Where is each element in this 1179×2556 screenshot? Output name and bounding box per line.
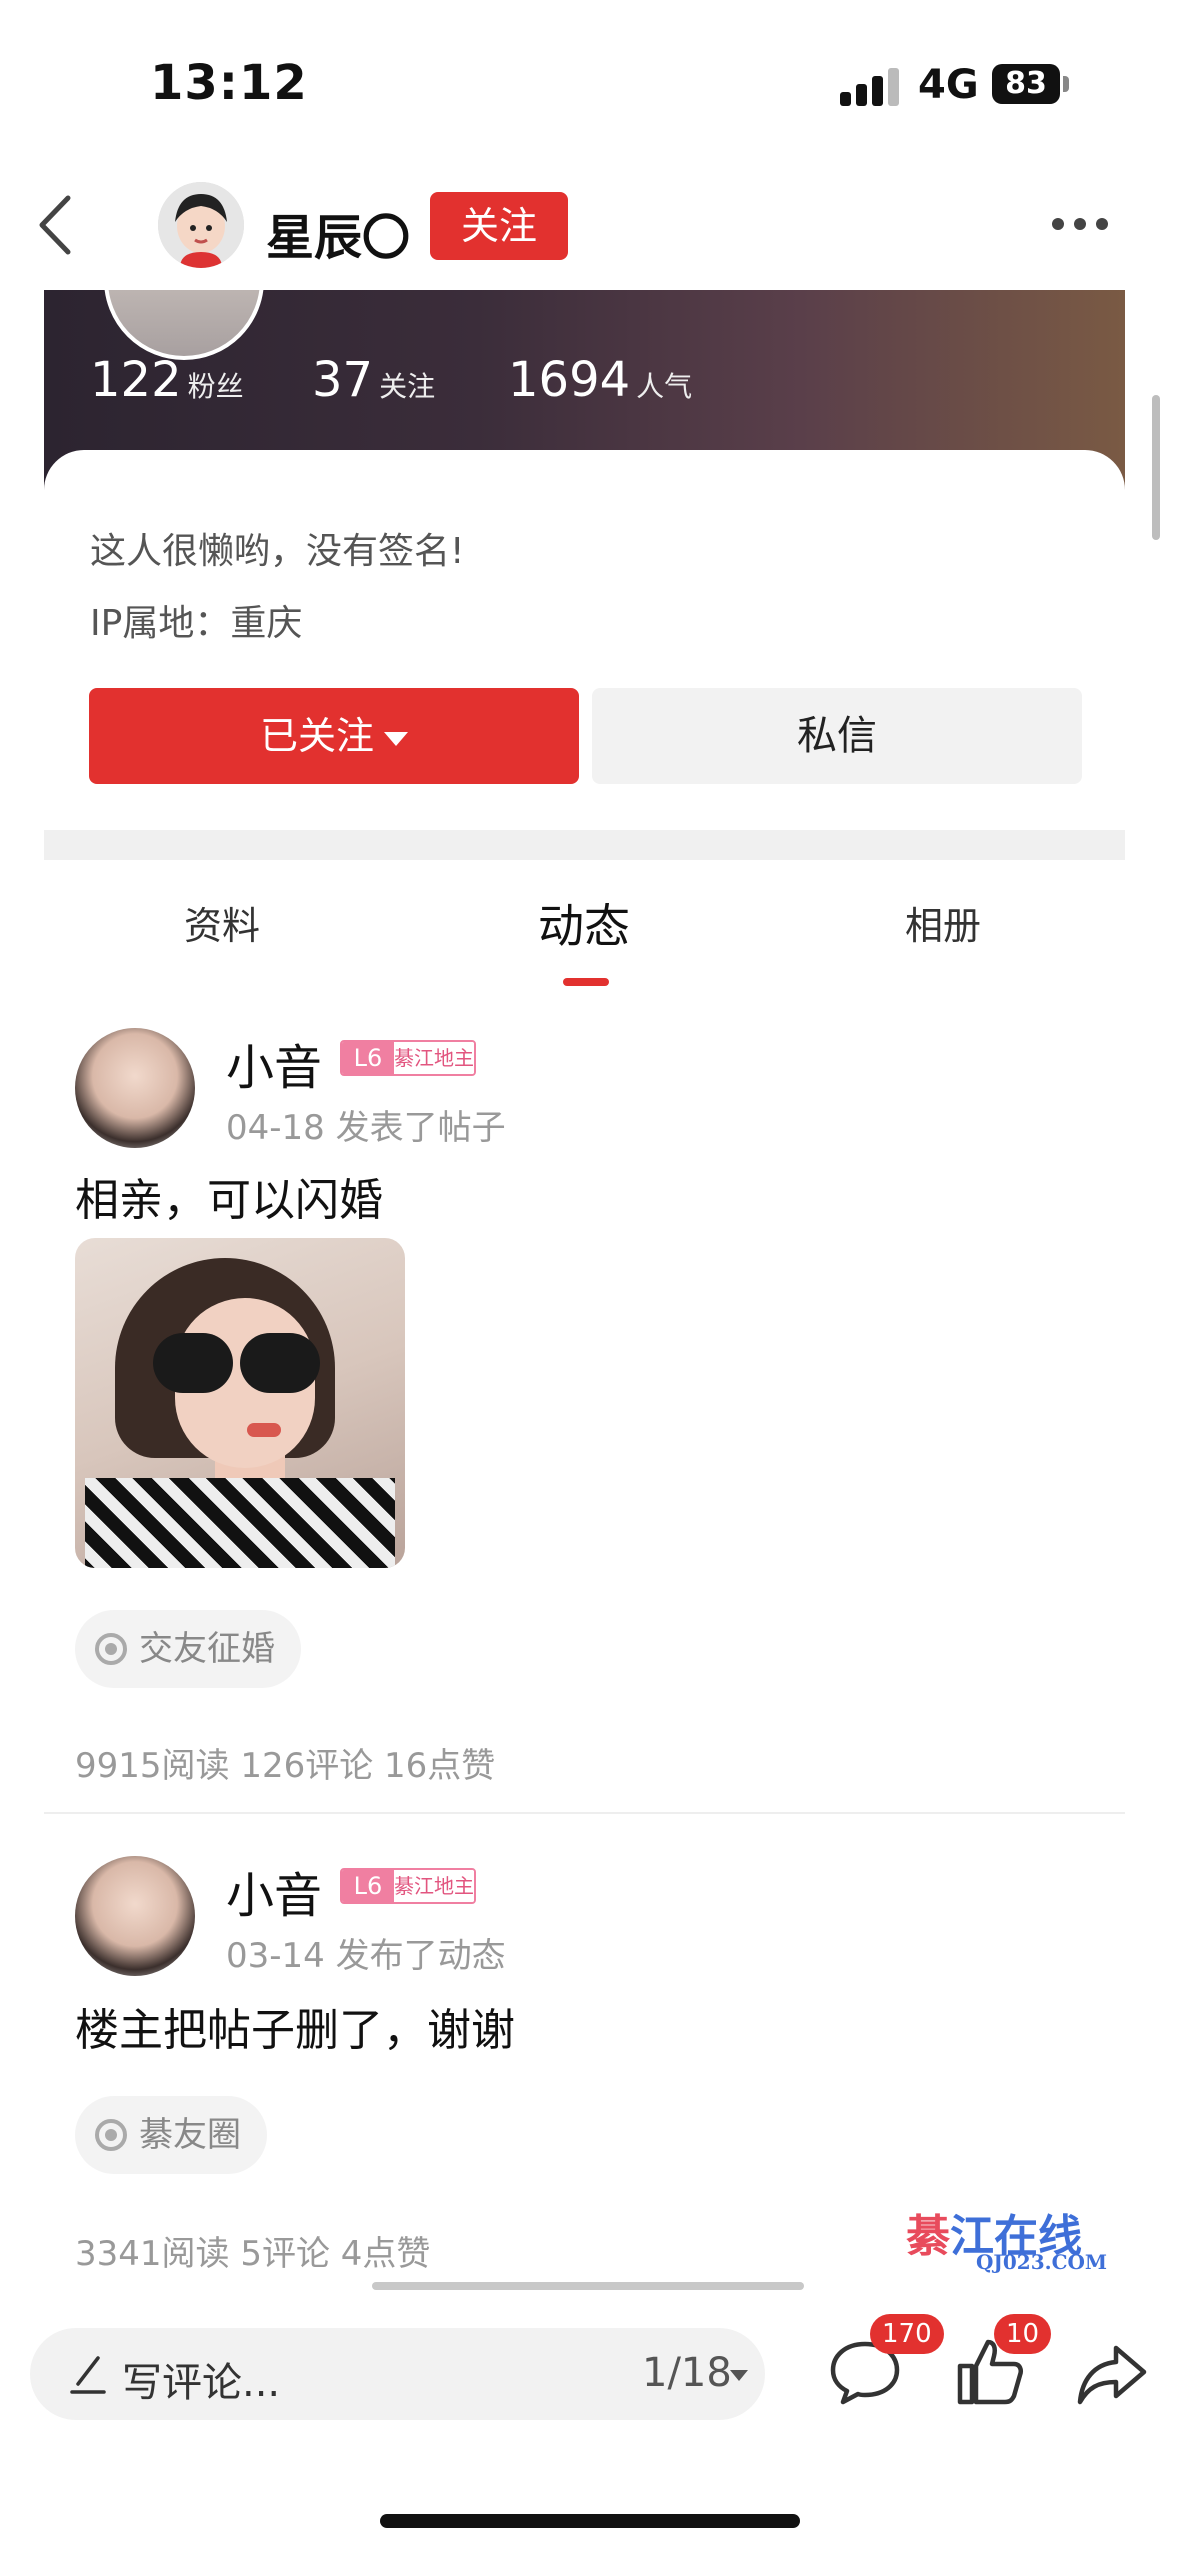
tab-profile[interactable]: 资料 xyxy=(184,895,260,950)
section-divider xyxy=(44,830,1125,860)
like-count-badge: 10 xyxy=(994,2314,1052,2354)
profile-signature: 这人很懒哟，没有签名! xyxy=(90,531,465,572)
post-author-name[interactable]: 小音 xyxy=(226,1856,322,1926)
page-indicator[interactable]: 1/18 xyxy=(642,2350,732,2396)
nav-avatar[interactable] xyxy=(158,182,244,268)
topic-icon xyxy=(95,2119,127,2151)
profile-info-card: 这人很懒哟，没有签名! IP属地：重庆 已关注 私信 xyxy=(44,450,1125,830)
comment-count-badge: 170 xyxy=(870,2314,944,2354)
post-stats: 3341阅读 5评论 4点赞 xyxy=(75,2234,431,2274)
battery-icon: 83 xyxy=(992,64,1060,104)
topic-chip[interactable]: 交友征婚 xyxy=(75,1610,301,1688)
vertical-scrollbar[interactable] xyxy=(1152,395,1160,540)
signal-icon xyxy=(840,68,902,106)
comment-placeholder: 写评论... xyxy=(122,2360,281,2406)
back-arrow-icon[interactable] xyxy=(30,190,80,260)
active-tab-indicator xyxy=(563,978,609,986)
tab-album[interactable]: 相册 xyxy=(905,895,981,950)
post-meta: 04-18 发表了帖子 xyxy=(226,1108,506,1148)
horizontal-scrollbar[interactable] xyxy=(372,2282,804,2290)
ip-location: IP属地：重庆 xyxy=(90,603,303,644)
site-watermark: 綦江在线 QJ023.COM xyxy=(906,2211,1108,2274)
comment-input[interactable]: 写评论... 1/18 xyxy=(30,2328,765,2420)
post-divider xyxy=(44,1812,1125,1814)
post-author-name[interactable]: 小音 xyxy=(226,1028,322,1098)
network-label: 4G xyxy=(918,62,979,108)
more-options-icon[interactable] xyxy=(1052,218,1112,232)
stat-fans[interactable]: 122 粉丝 xyxy=(90,352,244,408)
status-time: 13:12 xyxy=(150,55,308,111)
level-badge: L6 綦江地主 xyxy=(340,1040,476,1076)
pen-icon xyxy=(68,2352,108,2396)
profile-username: 星辰〇 xyxy=(266,210,411,266)
post-text[interactable]: 相亲，可以闪婚 xyxy=(75,1164,383,1228)
caret-down-icon[interactable] xyxy=(730,2370,748,2381)
level-badge: L6 綦江地主 xyxy=(340,1868,476,1904)
follow-button[interactable]: 关注 xyxy=(430,192,568,260)
post-meta: 03-14 发布了动态 xyxy=(226,1936,506,1976)
followed-dropdown-button[interactable]: 已关注 xyxy=(89,688,579,784)
post-author-avatar[interactable] xyxy=(75,1028,195,1148)
post-image[interactable] xyxy=(75,1238,405,1568)
caret-down-icon xyxy=(384,731,408,746)
tab-activity[interactable]: 动态 xyxy=(538,890,630,956)
stat-following[interactable]: 37 关注 xyxy=(312,352,435,408)
post-author-avatar[interactable] xyxy=(75,1856,195,1976)
topic-chip[interactable]: 綦友圈 xyxy=(75,2096,267,2174)
post-stats: 9915阅读 126评论 16点赞 xyxy=(75,1746,496,1786)
topic-icon xyxy=(95,1633,127,1665)
profile-avatar[interactable] xyxy=(104,290,264,360)
post-text[interactable]: 楼主把帖子删了，谢谢 xyxy=(75,1994,515,2058)
battery-tip xyxy=(1063,76,1069,92)
share-icon[interactable] xyxy=(1072,2334,1152,2414)
private-message-button[interactable]: 私信 xyxy=(592,688,1082,784)
stat-popularity: 1694 人气 xyxy=(508,352,693,408)
home-indicator[interactable] xyxy=(380,2514,800,2528)
